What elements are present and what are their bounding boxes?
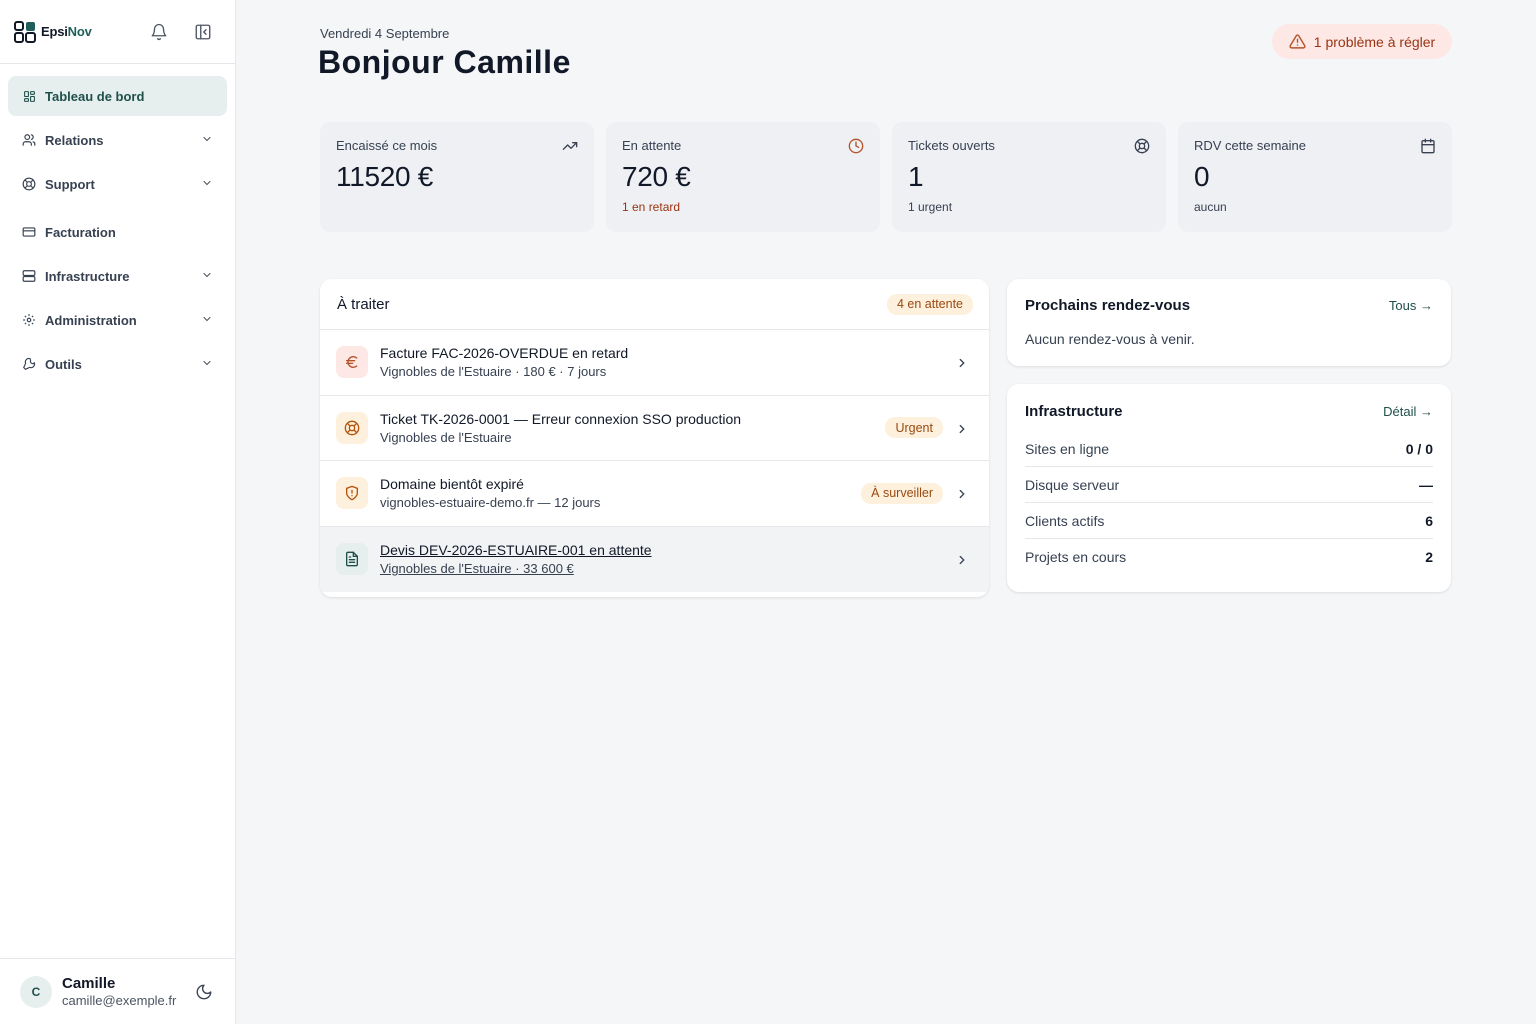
row-subtitle: Vignobles de l'Estuaire · 180 € · 7 jour… <box>380 364 607 380</box>
sidebar-item-administration[interactable]: Administration <box>8 300 227 340</box>
chevron-down-icon <box>201 133 213 148</box>
stat-value: 1 <box>908 161 924 192</box>
status-badge: À surveiller <box>861 482 943 504</box>
current-date: Vendredi 4 Septembre <box>320 26 450 41</box>
appointments-card: Prochains rendez-vous Tous → Aucun rende… <box>1007 279 1451 366</box>
chevron-down-icon <box>201 177 213 192</box>
chevron-down-icon <box>201 269 213 284</box>
wrench-icon <box>22 357 36 371</box>
stat-label: Encaissé ce mois <box>336 138 438 153</box>
infra-row: Sites en ligne 0 / 0 <box>1025 431 1433 467</box>
row-subtitle: vignobles-estuaire-demo.fr — 12 jours <box>380 495 601 511</box>
stat-card-pending: En attente 720 € 1 en retard <box>606 122 880 232</box>
infra-row: Disque serveur — <box>1025 467 1433 503</box>
logo-icon <box>14 20 36 43</box>
sidebar-item-label: Outils <box>45 356 82 372</box>
infrastructure-card: Infrastructure Détail → Sites en ligne 0 … <box>1007 384 1451 592</box>
infrastructure-title: Infrastructure <box>1025 402 1123 420</box>
chevron-right-icon <box>955 553 969 572</box>
row-title: Devis DEV-2026-ESTUAIRE-001 en attente <box>380 542 652 559</box>
todo-row-ticket[interactable]: Ticket TK-2026-0001 — Erreur connexion S… <box>320 396 989 461</box>
row-title: Ticket TK-2026-0001 — Erreur connexion S… <box>380 410 742 427</box>
stat-label: RDV cette semaine <box>1194 138 1306 153</box>
stat-card-collected: Encaissé ce mois 11520 € <box>320 122 594 232</box>
chevron-right-icon <box>955 422 969 441</box>
chevron-right-icon <box>955 356 969 375</box>
stat-sub: 1 urgent <box>908 200 953 214</box>
sidebar-item-dashboard[interactable]: Tableau de bord <box>8 76 227 116</box>
status-badge: Urgent <box>885 417 943 439</box>
user-panel[interactable]: C Camille camille@exemple.fr <box>0 958 235 1024</box>
stat-value: 11520 € <box>336 161 434 192</box>
user-name: Camille <box>62 975 116 992</box>
sidebar-item-label: Administration <box>45 312 137 328</box>
chevron-right-icon <box>955 487 969 506</box>
stat-value: 720 € <box>622 161 691 192</box>
users-icon <box>22 133 36 147</box>
infrastructure-detail-link[interactable]: Détail → <box>1383 404 1433 419</box>
grid-icon <box>22 89 36 103</box>
moon-icon[interactable] <box>195 983 213 1006</box>
bell-icon[interactable] <box>148 21 170 43</box>
gear-icon <box>22 313 36 327</box>
calendar-icon <box>1420 138 1436 159</box>
sidebar-item-label: Infrastructure <box>45 268 130 284</box>
euro-icon <box>336 346 368 379</box>
stat-card-tickets: Tickets ouverts 1 1 urgent <box>892 122 1166 232</box>
appointments-empty: Aucun rendez-vous à venir. <box>1025 331 1195 347</box>
todo-header: À traiter 4 en attente <box>320 279 989 330</box>
row-subtitle: Vignobles de l'Estuaire · 33 600 € <box>380 561 574 577</box>
sidebar-item-label: Support <box>45 176 95 192</box>
appointments-title: Prochains rendez-vous <box>1025 296 1191 314</box>
sidebar-item-label: Relations <box>45 132 104 148</box>
stat-card-appointments: RDV cette semaine 0 aucun <box>1178 122 1452 232</box>
collapse-sidebar-icon[interactable] <box>192 21 214 43</box>
document-icon <box>336 543 368 576</box>
sidebar-item-label: Tableau de bord <box>45 88 145 104</box>
todo-row-quote[interactable]: Devis DEV-2026-ESTUAIRE-001 en attente V… <box>320 526 989 592</box>
sidebar-header: EpsiNov <box>0 0 235 64</box>
server-icon <box>22 269 36 283</box>
todo-row-domain[interactable]: Domaine bientôt expiré vignobles-estuair… <box>320 461 989 527</box>
row-title: Facture FAC-2026-OVERDUE en retard <box>380 345 629 362</box>
sidebar: EpsiNov Tableau de bord Relations Suppor… <box>0 0 236 1024</box>
sidebar-item-tools[interactable]: Outils <box>8 344 227 384</box>
card-icon <box>22 225 36 239</box>
todo-card: À traiter 4 en attente Facture FAC-2026-… <box>320 279 989 597</box>
stat-sub: aucun <box>1194 200 1227 214</box>
sidebar-item-infrastructure[interactable]: Infrastructure <box>8 256 227 296</box>
issues-alert-button[interactable]: 1 problème à régler <box>1272 24 1452 59</box>
todo-title: À traiter <box>337 295 390 313</box>
avatar: C <box>20 975 52 1008</box>
chevron-down-icon <box>201 313 213 328</box>
sidebar-item-billing[interactable]: Facturation <box>8 212 227 252</box>
sidebar-item-support[interactable]: Support <box>8 164 227 204</box>
all-appointments-link[interactable]: Tous → <box>1389 298 1433 313</box>
lifebuoy-icon <box>336 411 368 444</box>
app-name: EpsiNov <box>41 24 92 39</box>
chevron-down-icon <box>201 357 213 372</box>
pending-count-badge: 4 en attente <box>886 293 973 315</box>
infra-row: Clients actifs 6 <box>1025 503 1433 539</box>
clock-icon <box>848 138 864 159</box>
page-title: Bonjour Camille <box>318 44 571 80</box>
infra-row: Projets en cours 2 <box>1025 549 1433 565</box>
stat-sub: 1 en retard <box>622 200 681 214</box>
stat-value: 0 <box>1194 161 1210 192</box>
sidebar-item-relations[interactable]: Relations <box>8 120 227 160</box>
stat-label: Tickets ouverts <box>908 138 995 153</box>
todo-row-invoice[interactable]: Facture FAC-2026-OVERDUE en retard Vigno… <box>320 330 989 396</box>
warning-icon <box>1289 34 1306 49</box>
user-email: camille@exemple.fr <box>62 993 177 1008</box>
alert-label: 1 problème à régler <box>1313 33 1436 50</box>
lifebuoy-icon <box>22 177 36 191</box>
stat-label: En attente <box>622 138 682 153</box>
row-title: Domaine bientôt expiré <box>380 476 524 493</box>
sidebar-nav: Tableau de bord Relations Support Factur… <box>0 64 235 400</box>
lifebuoy-icon <box>1134 138 1150 159</box>
row-subtitle: Vignobles de l'Estuaire <box>380 429 512 445</box>
sidebar-item-label: Facturation <box>45 224 116 240</box>
trend-up-icon <box>562 138 578 159</box>
shield-icon <box>336 477 368 510</box>
